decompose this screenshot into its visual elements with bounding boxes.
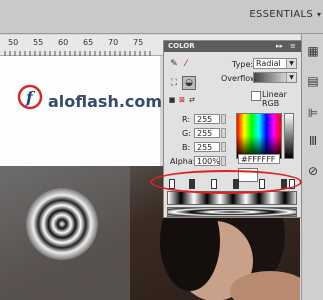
type-label: Type: <box>232 60 254 69</box>
gradient-fill-icon[interactable]: ◒ <box>182 76 196 90</box>
pencil-icon[interactable]: ✎ <box>168 58 180 70</box>
library-icon[interactable]: Ⅲ <box>306 134 320 148</box>
blue-input[interactable]: 255 <box>194 142 220 152</box>
green-input[interactable]: 255 <box>194 128 220 138</box>
panel-dock: ▦ ▤ ⊫ Ⅲ ⊘ <box>301 34 323 300</box>
paint-bucket-icon[interactable]: ⛶ <box>168 77 180 89</box>
ruler-label: 55 <box>33 38 44 47</box>
alpha-stepper[interactable] <box>221 156 226 166</box>
annotation-highlight <box>150 170 302 194</box>
transform-icon[interactable]: ⊘ <box>306 164 320 178</box>
double-arrow-icon[interactable]: ▸▸ <box>276 42 283 50</box>
red-stepper[interactable] <box>221 114 226 124</box>
ruler-label: 70 <box>108 38 119 47</box>
type-select-value: Radial <box>256 59 281 68</box>
chevron-down-icon: ▼ <box>286 59 296 68</box>
blue-label: B: <box>182 143 191 152</box>
blue-stepper[interactable] <box>221 142 226 152</box>
color-panel-title: COLOR <box>168 42 195 50</box>
svg-text:f: f <box>25 88 36 107</box>
color-spectrum[interactable] <box>236 113 282 159</box>
grid-icon[interactable]: ▤ <box>306 74 320 88</box>
red-input[interactable]: 255 <box>194 114 220 124</box>
workspace-switcher[interactable]: ESSENTIALS <box>249 9 313 20</box>
brightness-slider[interactable] <box>284 113 294 159</box>
chevron-down-icon[interactable]: ▾ <box>317 10 321 19</box>
alpha-input[interactable]: 100% <box>194 156 220 166</box>
green-label: G: <box>182 129 191 138</box>
linear-rgb-label: Linear RGB <box>262 90 287 108</box>
ruler-label: 60 <box>58 38 69 47</box>
ruler-label: 65 <box>83 38 94 47</box>
swatches-icon[interactable]: ▦ <box>306 44 320 58</box>
no-color-icon[interactable]: ⁄ <box>180 58 192 70</box>
site-logo-text: aloflash.com <box>48 92 163 111</box>
type-select[interactable]: Radial ▼ <box>253 58 297 69</box>
alpha-label: Alpha: <box>170 157 196 166</box>
chevron-down-icon: ▼ <box>286 73 296 82</box>
ruler-label: 75 <box>133 38 144 47</box>
linear-rgb-checkbox[interactable] <box>251 91 261 101</box>
panel-menu-icon[interactable]: ≡ <box>290 42 296 50</box>
swap-colors-icon[interactable]: ⇄ <box>186 94 198 106</box>
red-label: R: <box>182 115 191 124</box>
ruler-label: 50 <box>8 38 19 47</box>
align-icon[interactable]: ⊫ <box>306 106 320 120</box>
site-logo-mark: f <box>17 84 43 110</box>
overflow-select[interactable]: ▼ <box>253 72 297 83</box>
gradient-preview <box>167 207 297 217</box>
hex-input[interactable]: #FFFFFF <box>238 154 280 164</box>
green-stepper[interactable] <box>221 128 226 138</box>
stage-canvas[interactable] <box>0 56 160 166</box>
